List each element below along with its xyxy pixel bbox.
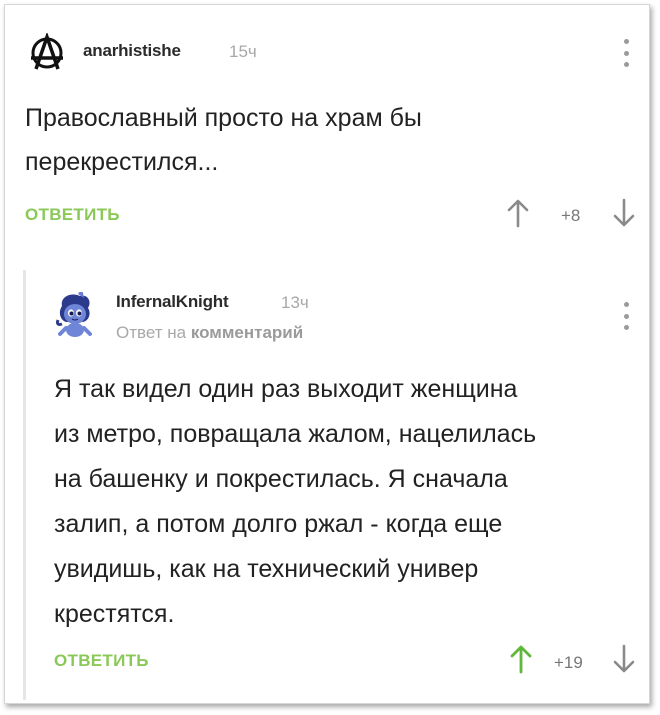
pony-avatar-icon[interactable] [54,288,96,338]
more-options-icon[interactable] [622,302,630,330]
comment-time: 15ч [229,42,257,61]
comment-text-line: перекрестился... [25,148,219,176]
reply-button[interactable]: ОТВЕТИТЬ [54,651,149,671]
reply-text: Я так видел один раз выходит женщина из … [54,367,536,637]
vote-score: +8 [561,206,581,225]
comments-card: anarhistishe 15ч Православный просто на … [4,4,650,704]
reply-to-target[interactable]: комментарий [191,323,303,342]
downvote-arrow-icon[interactable] [613,198,635,233]
reply-to-prefix: Ответ на [116,323,187,342]
downvote-arrow-icon[interactable] [613,644,635,679]
reply-text-line: из метро, повращала жалом, нацелилась [54,420,537,448]
upvote-arrow-icon[interactable] [510,644,532,679]
reply-text-line: Я так видел один раз выходит женщина [54,375,518,403]
vote-score: +19 [554,653,583,672]
anarchy-symbol-icon[interactable] [27,31,67,73]
reply-text-line: на башенку и покрестилась. Я сначала [54,465,508,493]
reply-text-line: крестятся. [54,600,175,628]
reply-time: 13ч [281,293,309,312]
upvote-arrow-icon[interactable] [507,198,529,233]
reply-text-line: залип, а потом долго ржал - когда еще [54,510,503,538]
reply-button[interactable]: ОТВЕТИТЬ [25,205,120,225]
nested-reply: InfernalKnight 13ч Ответ на комментарий … [23,270,645,700]
reply-to-link[interactable]: Ответ на комментарий [116,323,303,343]
comment-text-line: Православный просто на храм бы [25,104,422,132]
comment-text: Православный просто на храм бы перекрест… [25,96,422,184]
more-options-icon[interactable] [622,39,630,67]
comment-author[interactable]: anarhistishe [83,41,181,61]
reply-author[interactable]: InfernalKnight [116,292,229,312]
reply-text-line: увидишь, как на технический универ [54,555,479,583]
